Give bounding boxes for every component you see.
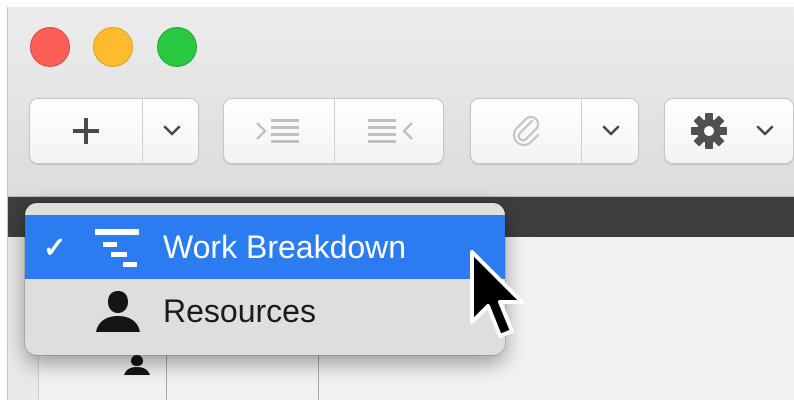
outdent-icon: [368, 119, 413, 143]
add-menu-button[interactable]: [143, 99, 200, 163]
outdent-button[interactable]: [335, 99, 445, 163]
chevron-down-icon: [602, 125, 620, 136]
settings-button[interactable]: [679, 99, 739, 163]
indent-icon: [256, 119, 299, 143]
chevron-down-icon: [756, 125, 774, 136]
person-icon: [96, 291, 140, 332]
menu-item-resources[interactable]: Resources: [25, 279, 505, 343]
add-button[interactable]: [30, 99, 142, 163]
close-button[interactable]: [30, 27, 70, 67]
link-control: [470, 98, 639, 164]
link-menu-button[interactable]: [582, 99, 640, 163]
minimize-button[interactable]: [93, 27, 133, 67]
menu-item-label: Resources: [163, 292, 316, 329]
view-popup-menu: ✓ Work Breakdown Resources: [25, 203, 505, 355]
settings-control[interactable]: [664, 98, 794, 164]
link-button[interactable]: [471, 99, 581, 163]
zoom-button[interactable]: [157, 27, 197, 67]
menu-item-work-breakdown[interactable]: ✓ Work Breakdown: [25, 215, 505, 279]
menu-item-label: Work Breakdown: [163, 228, 407, 265]
chevron-down-icon: [163, 125, 180, 136]
plus-icon: [73, 118, 99, 144]
add-control: [29, 98, 199, 164]
person-icon: [124, 355, 150, 375]
settings-menu-button[interactable]: [745, 99, 785, 163]
title-toolbar-area: [8, 7, 794, 197]
work-breakdown-icon: [95, 229, 139, 267]
gear-icon: [691, 113, 727, 149]
mouse-cursor-icon: [470, 250, 524, 338]
checkmark-icon: ✓: [43, 231, 67, 263]
indent-control: [223, 98, 444, 164]
paperclip-icon: [512, 115, 540, 147]
indent-button[interactable]: [224, 99, 334, 163]
